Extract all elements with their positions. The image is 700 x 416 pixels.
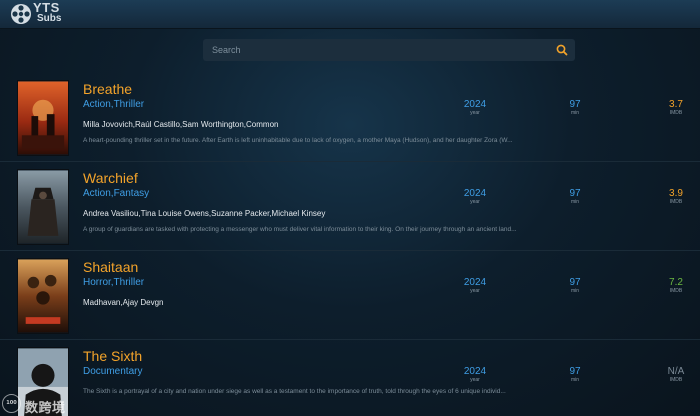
movie-row[interactable]: Warchief Action,Fantasy Andrea Vasiliou,… [0, 163, 700, 251]
rating-label: IMDB [669, 377, 683, 383]
year-value: 2024 [463, 366, 487, 377]
movie-cast: Andrea Vasiliou,Tina Louise Owens,Suzann… [83, 209, 326, 218]
rating-value: 3.9 [669, 188, 683, 199]
movie-cast: Milla Jovovich,Raúl Castillo,Sam Worthin… [83, 120, 279, 129]
movie-row[interactable]: The Sixth Documentary The Sixth is a por… [0, 341, 700, 416]
movie-poster[interactable] [17, 258, 69, 334]
year-value: 2024 [463, 188, 487, 199]
movie-length: 97 min [560, 366, 590, 383]
film-reel-icon [11, 4, 31, 24]
movie-year: 2024 year [455, 99, 495, 116]
movie-genres: Horror,Thriller [83, 277, 145, 288]
movie-length: 97 min [560, 277, 590, 294]
search-input[interactable] [203, 39, 543, 61]
year-label: year [470, 377, 480, 383]
site-logo[interactable]: YTS Subs [10, 0, 74, 26]
movie-length: 97 min [560, 188, 590, 205]
length-value: 97 [569, 99, 581, 110]
logo-line1: YTS [33, 0, 60, 15]
movie-rating: N/A IMDB [664, 366, 688, 383]
year-label: year [470, 199, 480, 205]
movie-title[interactable]: The Sixth [83, 348, 142, 364]
watermark: 100 数跨境 [2, 393, 94, 416]
length-label: min [570, 199, 580, 205]
year-label: year [470, 110, 480, 116]
length-label: min [570, 288, 580, 294]
rating-value: 7.2 [669, 277, 683, 288]
movie-description: The Sixth is a portrayal of a city and n… [83, 388, 506, 395]
movie-rating: 3.7 IMDB [664, 99, 688, 116]
rating-label: IMDB [669, 288, 683, 294]
movie-poster[interactable] [17, 80, 69, 156]
movie-title[interactable]: Warchief [83, 170, 138, 186]
movie-genres: Action,Fantasy [83, 188, 150, 199]
length-label: min [570, 110, 580, 116]
search-bar [203, 39, 575, 61]
search-icon[interactable] [555, 43, 569, 57]
rating-value: N/A [667, 366, 685, 377]
top-bar: YTS Subs [0, 0, 700, 29]
movie-title[interactable]: Shaitaan [83, 259, 138, 275]
movie-rating: 7.2 IMDB [664, 277, 688, 294]
movie-title[interactable]: Breathe [83, 81, 132, 97]
movie-year: 2024 year [455, 188, 495, 205]
watermark-badge: 100 [2, 394, 21, 413]
year-label: year [470, 288, 480, 294]
movie-length: 97 min [560, 99, 590, 116]
movie-poster[interactable] [17, 169, 69, 245]
movie-year: 2024 year [455, 277, 495, 294]
movie-description: A heart-pounding thriller set in the fut… [83, 137, 513, 144]
watermark-text: 数跨境 [25, 401, 66, 416]
movie-description: A group of guardians are tasked with pro… [83, 226, 517, 233]
year-value: 2024 [463, 277, 487, 288]
year-value: 2024 [463, 99, 487, 110]
movie-rating: 3.9 IMDB [664, 188, 688, 205]
logo-wordmark: YTS Subs [33, 0, 62, 24]
movie-cast: Madhavan,Ajay Devgn [83, 298, 164, 307]
logo-line2: Subs [37, 13, 62, 24]
rating-label: IMDB [669, 199, 683, 205]
movie-genres: Action,Thriller [83, 99, 145, 110]
movie-row[interactable]: Breathe Action,Thriller Milla Jovovich,R… [0, 74, 700, 162]
movie-genres: Documentary [83, 366, 143, 377]
length-value: 97 [569, 366, 581, 377]
length-label: min [570, 377, 580, 383]
rating-value: 3.7 [669, 99, 683, 110]
length-value: 97 [569, 188, 581, 199]
movie-year: 2024 year [455, 366, 495, 383]
movie-row[interactable]: Shaitaan Horror,Thriller Madhavan,Ajay D… [0, 252, 700, 340]
rating-label: IMDB [669, 110, 683, 116]
length-value: 97 [569, 277, 581, 288]
